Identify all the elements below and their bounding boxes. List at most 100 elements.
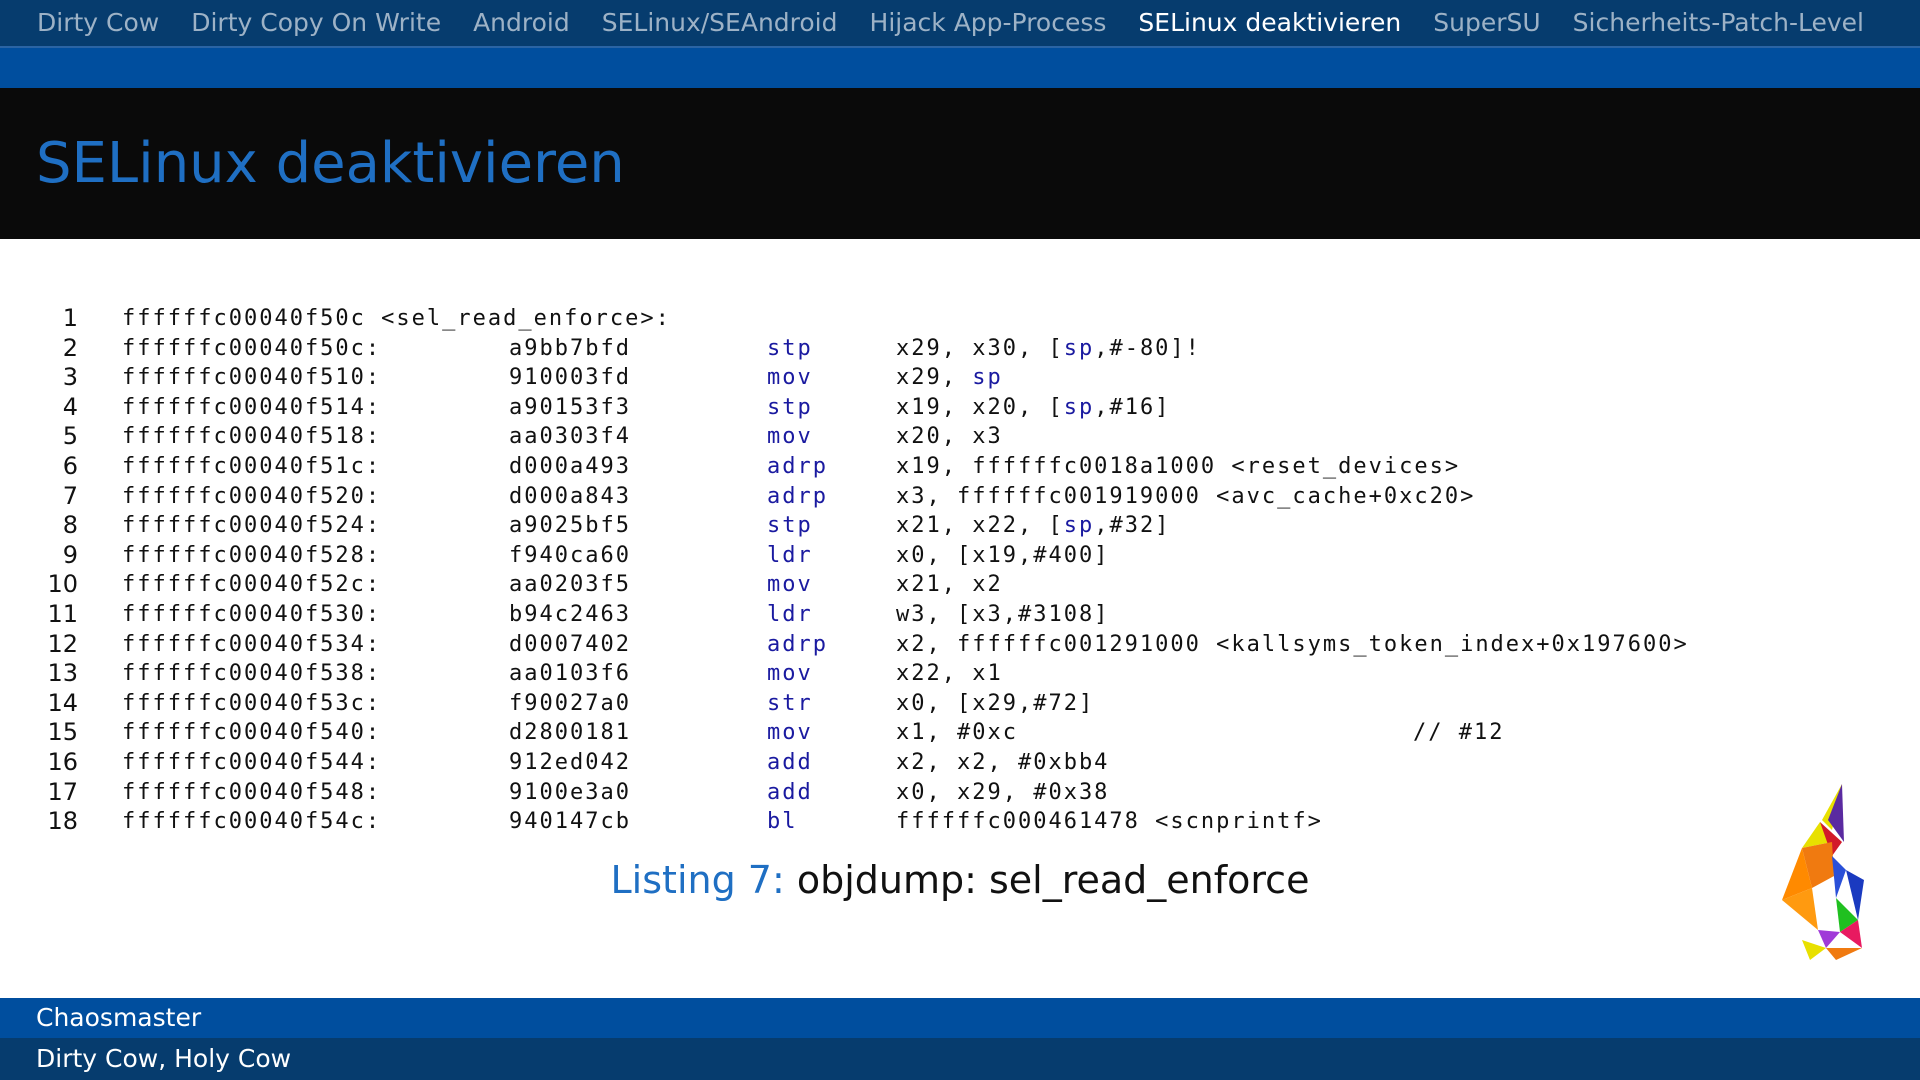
nav-item-supersu[interactable]: SuperSU xyxy=(1433,0,1540,46)
nav-item-dirty-cow[interactable]: Dirty Cow xyxy=(37,0,159,46)
instruction-address: ffffffc00040f544: xyxy=(122,749,382,775)
operand-text: x2, ffffffc001291000 <kallsyms_token_ind… xyxy=(896,631,1689,657)
operands: x29, x30, [sp,#-80]! xyxy=(896,334,1201,364)
machine-code: 910003fd xyxy=(509,365,631,391)
operand-text: x21, x22, [ xyxy=(896,513,1064,539)
machine-code: d000a843 xyxy=(509,483,631,509)
operands: x0, [x19,#400] xyxy=(896,541,1109,571)
line-number: 18 xyxy=(47,807,78,836)
mnemonic: mov xyxy=(767,424,813,450)
nav-item-hijack-app-process[interactable]: Hijack App-Process xyxy=(870,0,1107,46)
function-header: ffffffc00040f50c <sel_read_enforce>: xyxy=(122,306,671,331)
operand-text: x0, x29, #0x38 xyxy=(896,779,1110,805)
register-keyword: sp xyxy=(1063,513,1095,539)
machine-code: d000a493 xyxy=(509,453,631,479)
operands: x2, ffffffc001291000 <kallsyms_token_ind… xyxy=(896,630,1689,660)
section-navigation: Dirty Cow Dirty Copy On Write Android SELin… xyxy=(0,0,1920,46)
operands: x20, x3 xyxy=(896,422,1003,452)
listing-row: 7 ffffffc00040f520: d000a843 adrp x3, ffffff… xyxy=(0,482,1920,512)
origami-rabbit-logo-icon xyxy=(1782,784,1864,960)
mnemonic: mov xyxy=(767,365,813,391)
caption-text: objdump: sel_read_enforce xyxy=(784,858,1310,902)
mnemonic: mov xyxy=(767,720,813,746)
operand-text: x19, ffffffc0018a1000 <reset_devices> xyxy=(896,453,1461,479)
operand-text: x0, [x19,#400] xyxy=(896,542,1110,568)
listing-row: 17 ffffffc00040f548: 9100e3a0 add x0, x29, #… xyxy=(0,778,1920,808)
line-number: 12 xyxy=(47,629,78,658)
listing-row: 15 ffffffc00040f540: d2800181 mov x1, #0xc //… xyxy=(0,718,1920,748)
machine-code: d2800181 xyxy=(509,720,631,746)
mnemonic: adrp xyxy=(767,631,828,657)
line-number: 9 xyxy=(62,540,78,569)
operand-text: x22, x1 xyxy=(896,661,1003,687)
listing-row: 9 ffffffc00040f528: f940ca60 ldr x0, [x19,#4… xyxy=(0,541,1920,571)
nav-item-selinux-seandroid[interactable]: SELinux/SEAndroid xyxy=(602,0,838,46)
line-number: 1 xyxy=(62,304,78,332)
listing-row: 18 ffffffc00040f54c: 940147cb bl ffffffc0004… xyxy=(0,807,1920,837)
operands: w3, [x3,#3108] xyxy=(896,600,1109,630)
line-number: 7 xyxy=(62,481,78,510)
listing-row: 10 ffffffc00040f52c: aa0203f5 mov x21, x2 xyxy=(0,570,1920,600)
machine-code: a90153f3 xyxy=(509,394,631,420)
line-number: 14 xyxy=(47,688,78,717)
register-keyword: sp xyxy=(972,365,1003,391)
operands: x0, [x29,#72] xyxy=(896,689,1094,719)
instruction-address: ffffffc00040f548: xyxy=(122,779,382,805)
mnemonic: add xyxy=(767,749,813,775)
mnemonic: str xyxy=(767,690,813,716)
instruction-address: ffffffc00040f540: xyxy=(122,720,382,746)
mnemonic: stp xyxy=(767,394,813,420)
mnemonic: ldr xyxy=(767,601,813,627)
listing-row: 11 ffffffc00040f530: b94c2463 ldr w3, [x3,#3… xyxy=(0,600,1920,630)
listing-row: 12 ffffffc00040f534: d0007402 adrp x2, fffff… xyxy=(0,630,1920,660)
listing-row: 5 ffffffc00040f518: aa0303f4 mov x20, x3 xyxy=(0,422,1920,452)
subsection-band xyxy=(0,48,1920,88)
operand-text: x1, #0xc xyxy=(896,720,1018,746)
mnemonic: mov xyxy=(767,572,813,598)
instruction-address: ffffffc00040f538: xyxy=(122,661,382,687)
listing-row: 6 ffffffc00040f51c: d000a493 adrp x19, fffff… xyxy=(0,452,1920,482)
nav-item-sicherheits-patch-level[interactable]: Sicherheits-Patch-Level xyxy=(1573,0,1864,46)
operands: x21, x2 xyxy=(896,570,1003,600)
mnemonic: stp xyxy=(767,335,813,361)
operands: x2, x2, #0xbb4 xyxy=(896,748,1109,778)
code-listing: 1 ffffffc00040f50c <sel_read_enforce>: 2… xyxy=(0,304,1920,837)
instruction-address: ffffffc00040f50c: xyxy=(122,335,382,361)
instruction-address: ffffffc00040f524: xyxy=(122,513,382,539)
operands: x22, x1 xyxy=(896,659,1003,689)
operand-text: x2, x2, #0xbb4 xyxy=(896,749,1110,775)
machine-code: a9bb7bfd xyxy=(509,335,631,361)
line-number: 8 xyxy=(62,511,78,540)
instruction-address: ffffffc00040f520: xyxy=(122,483,382,509)
machine-code: aa0303f4 xyxy=(509,424,631,450)
frame-title-bar: SELinux deaktivieren xyxy=(0,88,1920,239)
operand-text: x20, x3 xyxy=(896,424,1003,450)
code-comment: // #12 xyxy=(1413,720,1505,746)
line-number: 17 xyxy=(47,777,78,806)
operands: x3, ffffffc001919000 <avc_cache+0xc20> xyxy=(896,482,1475,512)
listing-row: 4 ffffffc00040f514: a90153f3 stp x19, x20, [… xyxy=(0,393,1920,423)
operands: ffffffc000461478 <scnprintf> xyxy=(896,807,1323,837)
nav-item-selinux-deaktivieren[interactable]: SELinux deaktivieren xyxy=(1138,0,1401,46)
listing-row: 2 ffffffc00040f50c: a9bb7bfd stp x29, x30, [… xyxy=(0,334,1920,364)
operand-text: x29, xyxy=(896,365,973,391)
nav-item-android[interactable]: Android xyxy=(473,0,570,46)
machine-code: b94c2463 xyxy=(509,601,631,627)
machine-code: 9100e3a0 xyxy=(509,779,631,805)
machine-code: 940147cb xyxy=(509,809,631,835)
operand-text: x0, [x29,#72] xyxy=(896,690,1095,716)
line-number: 5 xyxy=(62,422,78,451)
machine-code: f940ca60 xyxy=(509,542,631,568)
line-number: 4 xyxy=(62,392,78,421)
footer-title-bar: Dirty Cow, Holy Cow xyxy=(0,1038,1920,1080)
instruction-address: ffffffc00040f53c: xyxy=(122,690,382,716)
line-number: 3 xyxy=(62,363,78,392)
operand-text: ffffffc000461478 <scnprintf> xyxy=(896,809,1323,835)
instruction-address: ffffffc00040f510: xyxy=(122,365,382,391)
machine-code: aa0203f5 xyxy=(509,572,631,598)
nav-item-dirty-copy-on-write[interactable]: Dirty Copy On Write xyxy=(191,0,441,46)
register-keyword: sp xyxy=(1063,335,1095,361)
footer-author-bar: Chaosmaster xyxy=(0,998,1920,1038)
machine-code: aa0103f6 xyxy=(509,661,631,687)
mnemonic: mov xyxy=(767,661,813,687)
